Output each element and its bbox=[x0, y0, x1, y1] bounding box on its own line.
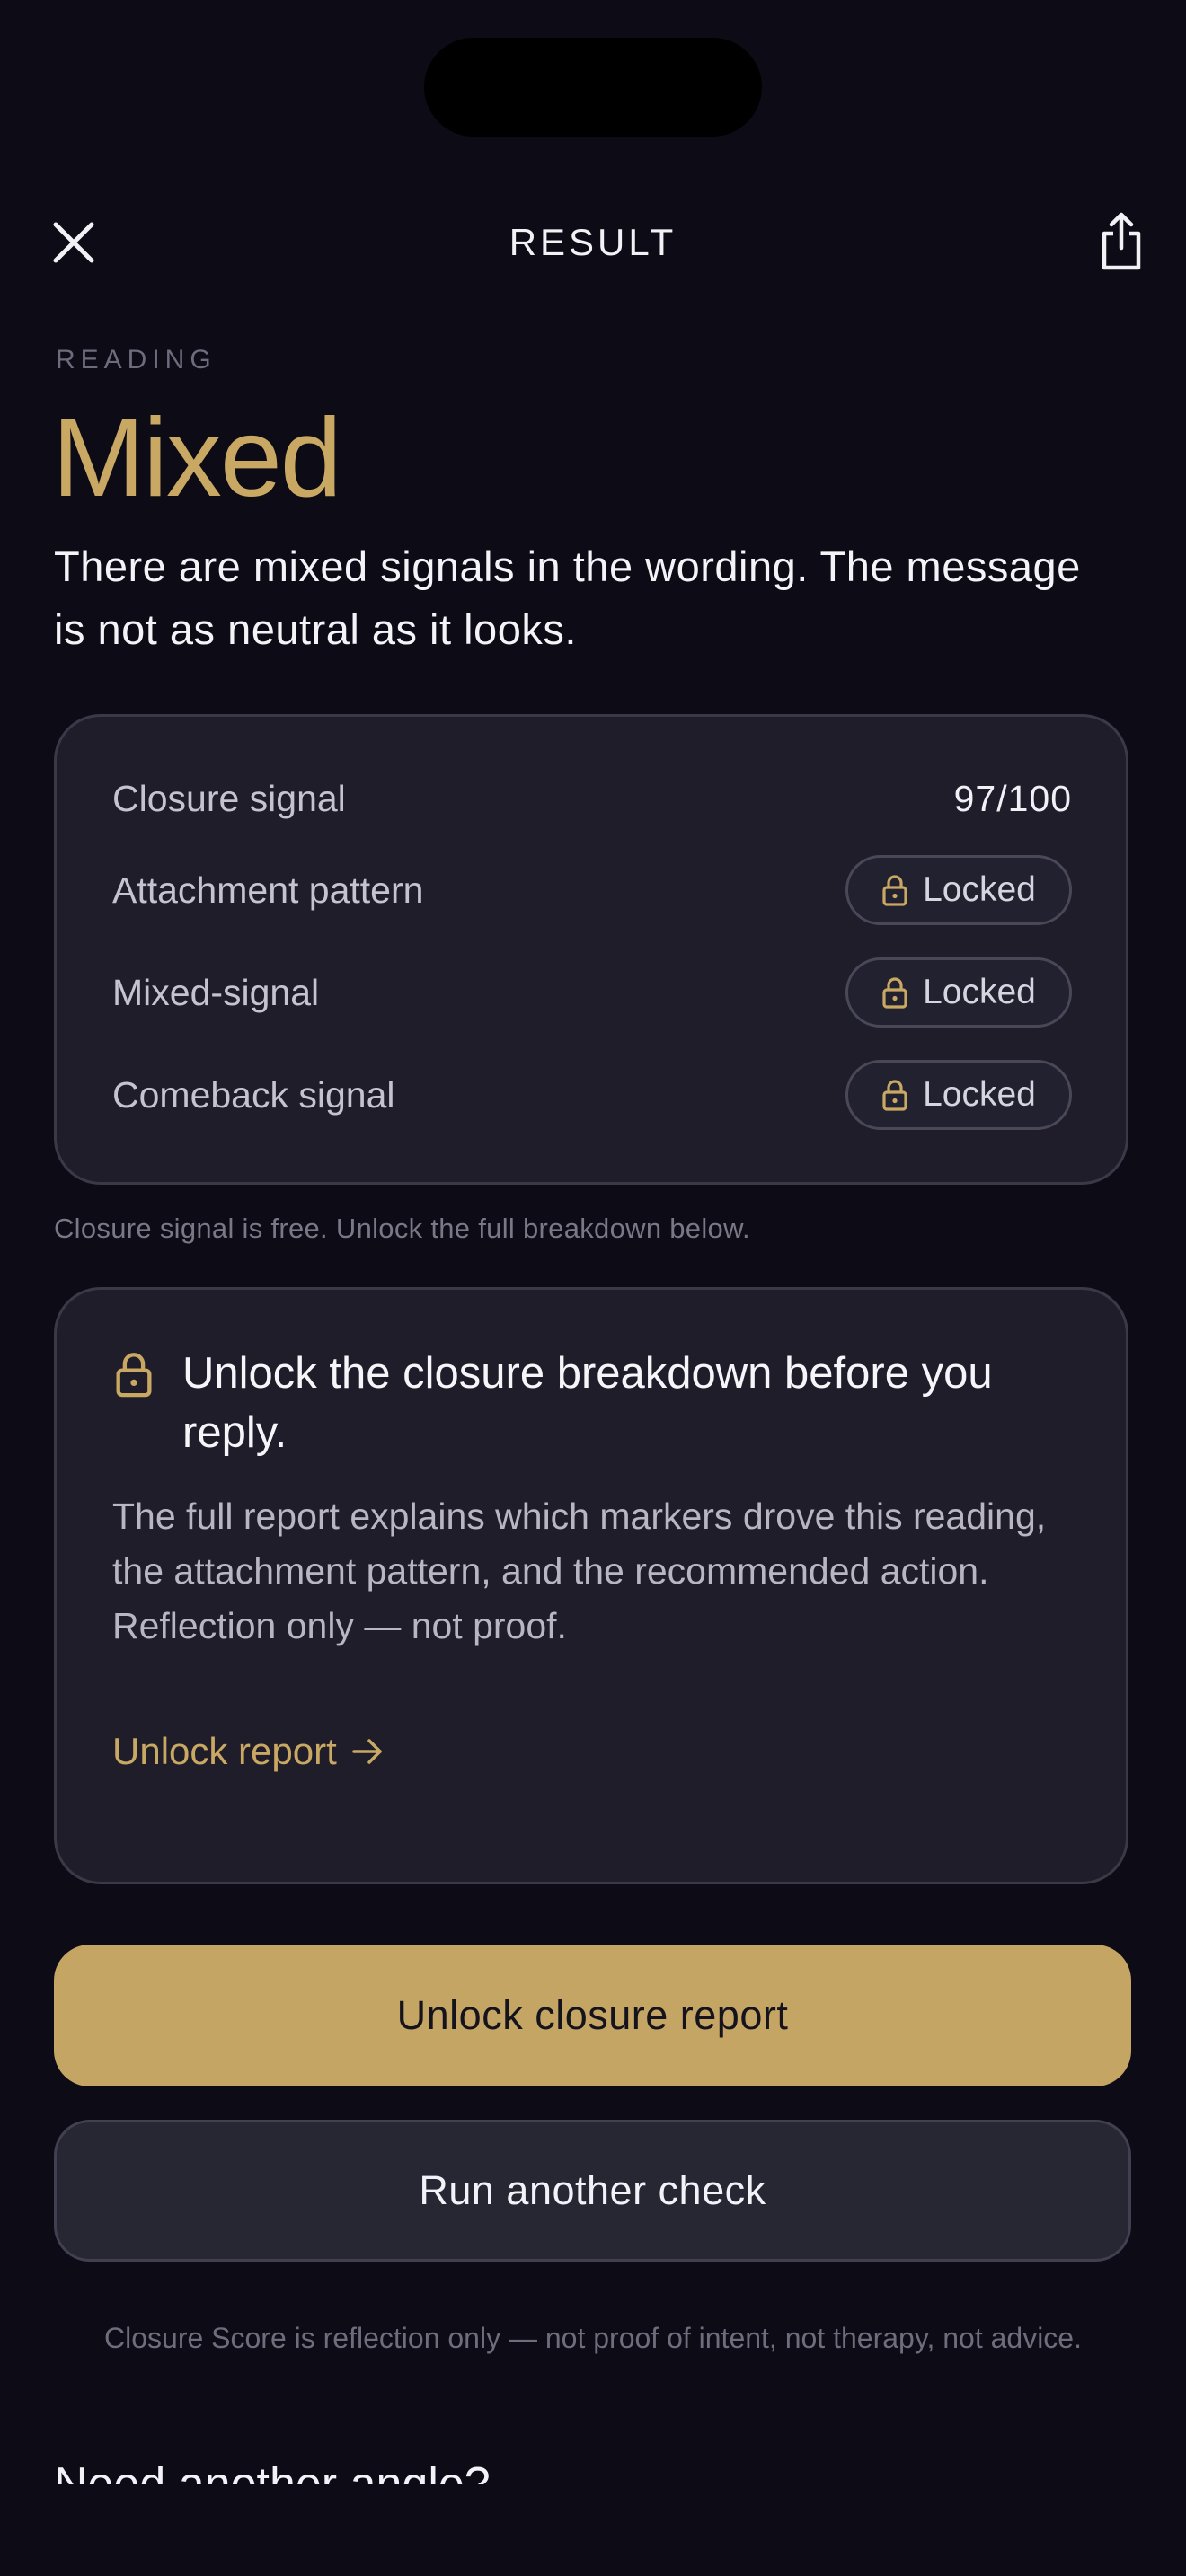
disclaimer: Closure Score is reflection only — not p… bbox=[104, 2322, 1082, 2354]
signal-label: Mixed-signal bbox=[112, 971, 320, 1013]
share-icon bbox=[1102, 212, 1141, 270]
arrow-right-icon bbox=[352, 1739, 382, 1764]
locked-badge[interactable]: Locked bbox=[845, 855, 1072, 925]
unlock-report-link-label: Unlock report bbox=[112, 1730, 337, 1772]
locked-label: Locked bbox=[923, 973, 1036, 1011]
closure-score-value: 97/100 bbox=[953, 777, 1072, 819]
signal-label: Closure signal bbox=[112, 777, 346, 819]
unlock-closure-report-button[interactable]: Unlock closure report bbox=[54, 1945, 1131, 2086]
locked-label: Locked bbox=[923, 870, 1036, 909]
next-section-heading-clip: Need another angle? bbox=[54, 2457, 952, 2484]
signal-label: Attachment pattern bbox=[112, 869, 424, 911]
page-title: RESULT bbox=[509, 221, 677, 263]
reading-summary: There are mixed signals in the wording. … bbox=[54, 543, 1081, 653]
run-another-check-button[interactable]: Run another check bbox=[54, 2120, 1131, 2262]
next-section-heading: Need another angle? bbox=[54, 2458, 491, 2484]
lock-icon bbox=[882, 977, 907, 1009]
signal-row-closure: Closure signal 97/100 bbox=[112, 761, 1072, 836]
lock-icon bbox=[882, 1080, 907, 1111]
signal-label: Comeback signal bbox=[112, 1073, 395, 1116]
signal-row-mixed: Mixed-signal Locked bbox=[112, 955, 1072, 1030]
dynamic-island bbox=[424, 38, 762, 137]
unlock-card: Unlock the closure breakdown before you … bbox=[54, 1287, 1128, 1884]
locked-badge[interactable]: Locked bbox=[845, 957, 1072, 1028]
signal-row-comeback: Comeback signal Locked bbox=[112, 1057, 1072, 1133]
reading-verdict: Mixed bbox=[52, 396, 342, 520]
top-bar: RESULT bbox=[0, 198, 1186, 287]
signal-row-attachment: Attachment pattern Locked bbox=[112, 852, 1072, 928]
unlock-description: The full report explains which markers d… bbox=[112, 1495, 1047, 1646]
lock-icon bbox=[116, 1353, 152, 1398]
share-button[interactable] bbox=[1096, 210, 1146, 273]
reading-eyebrow: READING bbox=[56, 345, 217, 375]
unlock-heading: Unlock the closure breakdown before you … bbox=[182, 1349, 993, 1457]
locked-badge[interactable]: Locked bbox=[845, 1060, 1072, 1130]
unlock-report-link[interactable]: Unlock report bbox=[112, 1730, 384, 1773]
free-signal-note: Closure signal is free. Unlock the full … bbox=[54, 1213, 750, 1244]
signal-card: Closure signal 97/100 Attachment pattern… bbox=[54, 714, 1128, 1185]
locked-label: Locked bbox=[923, 1075, 1036, 1114]
lock-icon bbox=[882, 875, 907, 906]
